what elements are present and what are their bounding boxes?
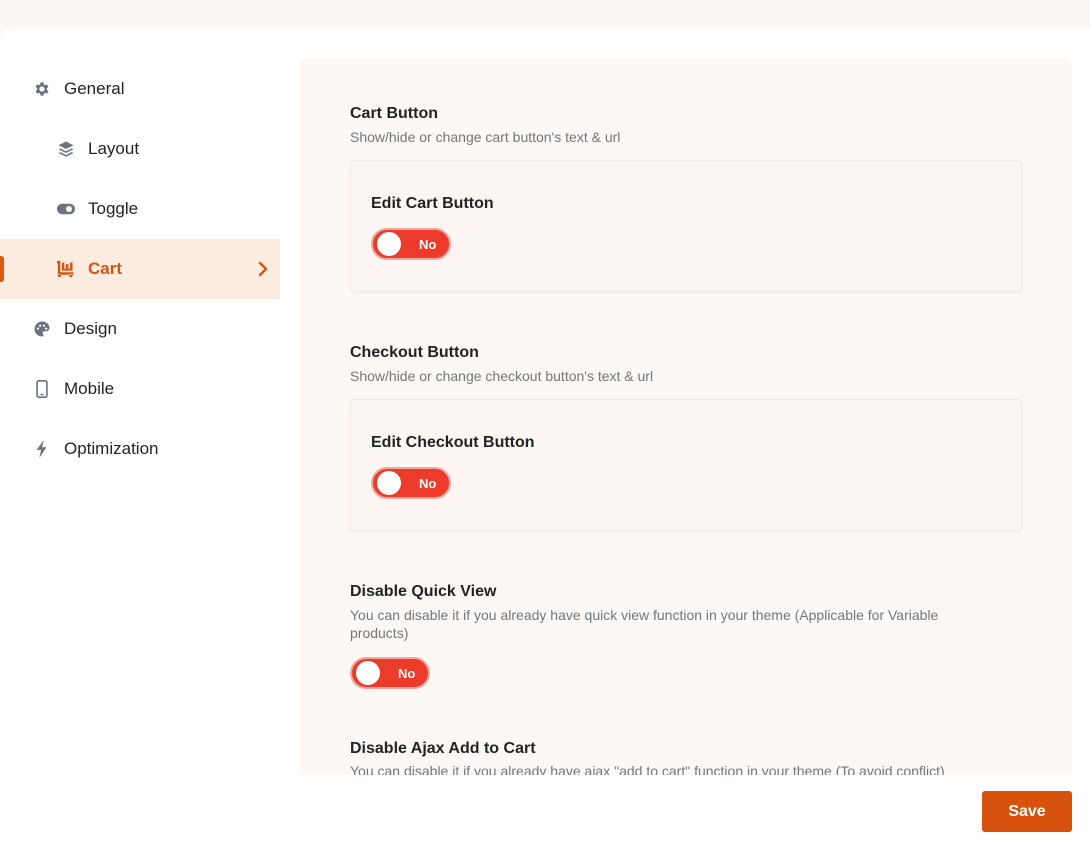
settings-content: Cart Button Show/hide or change cart but…	[300, 59, 1072, 775]
edit-checkout-button-toggle[interactable]: No	[371, 467, 451, 499]
save-button[interactable]: Save	[982, 791, 1072, 832]
sidebar-item-layout[interactable]: Layout	[0, 119, 280, 179]
bolt-icon	[32, 439, 52, 459]
toggle-knob	[377, 471, 401, 495]
sidebar-item-general[interactable]: General	[0, 59, 280, 119]
sidebar-item-cart[interactable]: Cart	[0, 239, 280, 299]
section-desc-disable-quick-view: You can disable it if you already have q…	[350, 607, 939, 641]
gear-icon	[32, 79, 52, 99]
sidebar-item-label: Cart	[88, 259, 123, 278]
sidebar-item-label: Optimization	[64, 439, 159, 458]
section-desc-disable-ajax-add-to-cart: You can disable it if you already have a…	[350, 763, 945, 775]
sidebar-item-optimization[interactable]: Optimization	[0, 419, 280, 479]
active-indicator	[0, 256, 4, 282]
edit-checkout-button-card: Edit Checkout Button No	[350, 399, 1022, 531]
section-title-checkout-button: Checkout Button	[350, 344, 479, 361]
toggle-label: No	[419, 476, 437, 491]
sidebar-item-toggle[interactable]: Toggle	[0, 179, 280, 239]
section-title-disable-ajax-add-to-cart: Disable Ajax Add to Cart	[350, 740, 536, 757]
sidebar-item-label: Layout	[88, 139, 140, 158]
chevron-right-icon	[258, 261, 268, 277]
edit-cart-button-toggle[interactable]: No	[371, 228, 451, 260]
disable-quick-view-toggle[interactable]: No	[350, 657, 430, 689]
layers-icon	[56, 139, 76, 159]
sidebar-item-label: Design	[64, 319, 117, 338]
palette-icon	[32, 319, 52, 339]
sidebar-item-mobile[interactable]: Mobile	[0, 359, 280, 419]
toggle-label: No	[419, 237, 437, 252]
sidebar-item-design[interactable]: Design	[0, 299, 280, 359]
sidebar-item-label: General	[64, 79, 125, 98]
toggle-label: No	[398, 666, 416, 681]
card-title: Edit Checkout Button	[371, 434, 535, 451]
sidebar-item-label: Toggle	[88, 199, 139, 218]
cart-icon	[56, 259, 76, 279]
toggle-icon	[56, 199, 76, 219]
mobile-icon	[32, 379, 52, 399]
section-desc-cart-button: Show/hide or change cart button's text &…	[350, 129, 621, 145]
toggle-knob	[356, 661, 380, 685]
section-desc-checkout-button: Show/hide or change checkout button's te…	[350, 368, 654, 384]
edit-cart-button-card: Edit Cart Button No	[350, 160, 1022, 292]
section-title-cart-button: Cart Button	[350, 105, 438, 122]
sidebar-item-label: Mobile	[64, 379, 115, 398]
section-title-disable-quick-view: Disable Quick View	[350, 583, 497, 600]
card-title: Edit Cart Button	[371, 195, 494, 212]
toggle-knob	[377, 232, 401, 256]
